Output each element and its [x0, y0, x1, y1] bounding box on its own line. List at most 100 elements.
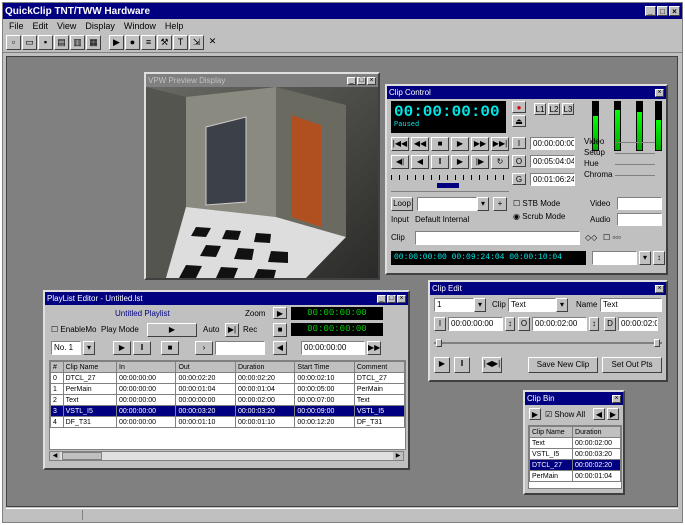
col-header-num[interactable]: #	[50, 361, 64, 373]
video-slider[interactable]	[615, 142, 655, 143]
table-row[interactable]: 3 VSTL_I5 00:00:00:00 00:00:03:20 00:00:03:2…	[50, 405, 405, 417]
close-button[interactable]: ×	[612, 394, 621, 403]
col-header-clip-name[interactable]: Clip Name	[529, 426, 574, 438]
bin-play-button[interactable]: ▶	[529, 408, 541, 420]
playlist-hscrollbar[interactable]: ◀ ▶	[49, 451, 404, 461]
speed-select[interactable]	[592, 251, 637, 265]
clip-bin-titlebar[interactable]: Clip Bin ×	[525, 392, 623, 405]
tools-icon[interactable]: ⚒	[157, 35, 172, 50]
table-row[interactable]: 2 Text 00:00:00:00 00:00:00:00 00:00:02:00 00…	[50, 394, 405, 406]
tc-field-dur[interactable]: 00:01:06:24	[530, 173, 575, 186]
eject-button[interactable]: ⏏	[512, 115, 526, 127]
scrub-bar[interactable]	[391, 175, 509, 192]
menu-help[interactable]: Help	[165, 21, 184, 31]
jog-forward-button[interactable]: ▶▶	[367, 341, 381, 355]
in-spin-button[interactable]: ↕	[505, 317, 515, 331]
clip-dropdown-button[interactable]: ▾	[556, 298, 568, 312]
clip-name-input[interactable]	[415, 231, 580, 245]
stb-mode-checkbox[interactable]: ☐ STB Mode	[513, 199, 560, 208]
edit-loop-button[interactable]: |◀▶|	[482, 357, 502, 373]
out-spin-button[interactable]: ↕	[589, 317, 599, 331]
maximize-button[interactable]: □	[387, 294, 396, 303]
step-back-button[interactable]: ◀|	[391, 155, 409, 169]
video-preview-titlebar[interactable]: VPW Preview Display _ □ ×	[146, 74, 378, 87]
close-button[interactable]: ×	[397, 294, 406, 303]
speed-spin-button[interactable]: ↕	[653, 251, 665, 265]
fast-forward-button[interactable]: ▶▶	[471, 137, 489, 151]
record-icon[interactable]: ●	[125, 35, 140, 50]
print-icon[interactable]: ▤	[54, 35, 69, 50]
hue-slider[interactable]	[615, 164, 655, 165]
minimize-button[interactable]: _	[347, 76, 356, 85]
new-icon[interactable]: ▫	[6, 35, 21, 50]
clip-stop-button[interactable]: ■	[161, 341, 179, 355]
close-button[interactable]: ×	[655, 284, 664, 293]
zoom-play-button[interactable]: ▶	[273, 307, 287, 319]
menu-display[interactable]: Display	[85, 21, 115, 31]
stop-button[interactable]: ■	[431, 137, 449, 151]
jog-forward-button[interactable]: ▶	[451, 155, 469, 169]
chroma-slider[interactable]	[615, 175, 655, 176]
playlist-play-button[interactable]: ▶	[147, 323, 197, 337]
open-icon[interactable]: ▭	[22, 35, 37, 50]
mode-dropdown-button[interactable]: ▾	[477, 197, 489, 211]
minimize-button[interactable]: _	[377, 294, 386, 303]
speed-dropdown-button[interactable]: ▾	[639, 251, 651, 265]
in-time-input[interactable]: 00:00:00:00	[448, 317, 503, 331]
show-all-checkbox[interactable]: ☑ Show All	[545, 410, 585, 419]
film-icon[interactable]: ▥	[70, 35, 85, 50]
save-icon[interactable]: ▪	[38, 35, 53, 50]
exit-icon[interactable]: ⇲	[189, 35, 204, 50]
table-row[interactable]: Text 00:00:02:00	[529, 437, 621, 449]
pause-button[interactable]: ‖	[431, 155, 449, 169]
goto-button[interactable]: G	[512, 173, 526, 185]
playlist-timecode-3[interactable]: 00:00:00:00	[301, 341, 365, 355]
mark-in-button[interactable]: I	[512, 137, 526, 149]
track-dropdown-button[interactable]: ▾	[83, 341, 95, 355]
menu-file[interactable]: File	[9, 21, 24, 31]
jog-back-button[interactable]: ◀	[411, 155, 429, 169]
out-time-input[interactable]: 00:00:02:00	[532, 317, 587, 331]
clip-edit-titlebar[interactable]: Clip Edit ×	[430, 282, 666, 295]
clip-control-titlebar[interactable]: Clip Control ×	[387, 86, 666, 99]
clip-trim-slider[interactable]	[434, 339, 662, 347]
menu-view[interactable]: View	[57, 21, 76, 31]
tab-l2[interactable]: L2	[548, 103, 560, 115]
settings-button[interactable]: +	[493, 197, 507, 211]
tab-l3[interactable]: L3	[562, 103, 574, 115]
list-icon[interactable]: ≡	[141, 35, 156, 50]
col-header-clip-name[interactable]: Clip Name	[62, 361, 118, 373]
mark-out-button[interactable]: O	[512, 155, 526, 167]
play-icon[interactable]: ▶	[109, 35, 124, 50]
duration-input[interactable]: 00:00:02:00	[618, 317, 658, 331]
step-forward-button[interactable]: |▶	[471, 155, 489, 169]
close-button[interactable]: ×	[669, 6, 680, 16]
name-input[interactable]: Text	[600, 298, 662, 312]
col-header-start-time[interactable]: Start Time	[294, 361, 355, 373]
bin-prev-button[interactable]: ◀	[593, 408, 605, 420]
menu-edit[interactable]: Edit	[33, 21, 49, 31]
bin-next-button[interactable]: ▶	[607, 408, 619, 420]
close-button[interactable]: ×	[655, 88, 664, 97]
link-icon[interactable]: ◇◇	[585, 233, 597, 242]
rewind-start-button[interactable]: |◀◀	[391, 137, 409, 151]
close-button[interactable]: ×	[367, 76, 376, 85]
dur-mark-button[interactable]: D	[604, 317, 616, 331]
clip-next-button[interactable]: ›	[195, 341, 213, 355]
scrub-mode-radio[interactable]: ◉ Scrub Mode	[513, 212, 565, 221]
tab-l1[interactable]: L1	[534, 103, 546, 115]
table-row[interactable]: 0 DTCL_27 00:00:00:00 00:00:02:20 00:00:02:2…	[50, 372, 405, 384]
forward-end-button[interactable]: ▶▶|	[491, 137, 509, 151]
tc-field-in[interactable]: 00:00:00:00	[530, 137, 575, 150]
enable-checkbox[interactable]: ☐ EnableMo	[51, 325, 96, 334]
maximize-button[interactable]: □	[357, 76, 366, 85]
in-mark-button[interactable]: I	[434, 317, 446, 331]
col-header-comment[interactable]: Comment	[353, 361, 405, 373]
table-row[interactable]: PerMain 00:00:01:04	[529, 470, 621, 482]
loop-button[interactable]: ↻	[491, 155, 509, 169]
rewind-button[interactable]: ◀◀	[411, 137, 429, 151]
clip-position-input[interactable]	[215, 341, 265, 355]
out-mark-button[interactable]: O	[518, 317, 530, 331]
menu-window[interactable]: Window	[124, 21, 156, 31]
track-select[interactable]: 1	[434, 298, 474, 312]
